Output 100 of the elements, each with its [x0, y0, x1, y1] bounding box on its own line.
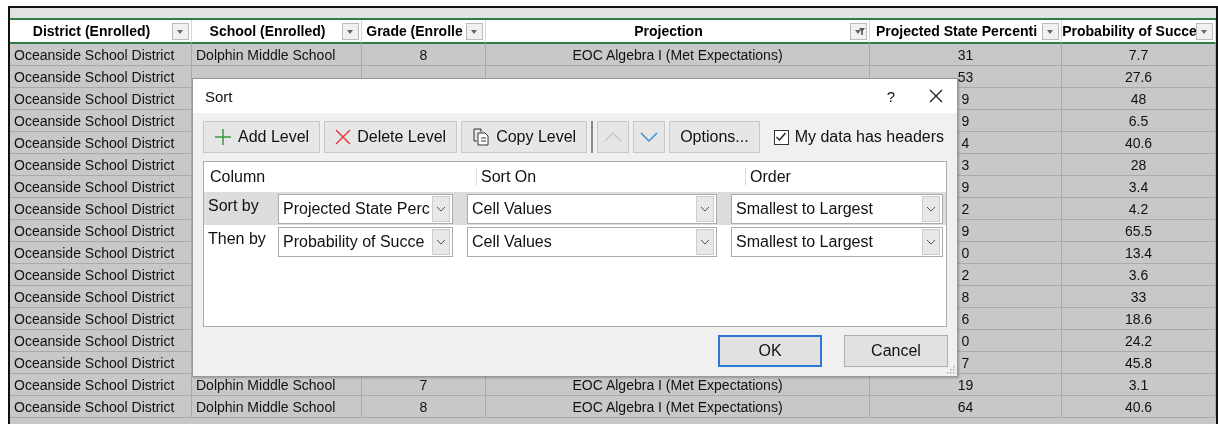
- table-cell: Oceanside School District: [14, 398, 175, 415]
- filter-button[interactable]: [342, 23, 359, 40]
- table-cell: Oceanside School District: [14, 178, 175, 195]
- table-cell: 18.6: [1124, 310, 1153, 327]
- column-dropdown[interactable]: Probability of Succe: [278, 226, 453, 257]
- table-cell: 24.2: [1124, 332, 1153, 349]
- column-dropdown[interactable]: Projected State Perc: [278, 193, 453, 224]
- down-chevron-icon: [639, 131, 660, 143]
- plus-icon: [214, 128, 232, 146]
- table-cell: 9: [961, 222, 970, 239]
- dropdown-button[interactable]: [922, 228, 940, 255]
- table-cell: 4.2: [1128, 200, 1149, 217]
- grid-header: Order: [745, 168, 791, 186]
- grid-header: Sort On: [476, 168, 745, 186]
- add-level-button[interactable]: Add Level: [203, 121, 321, 153]
- chevron-icon: [700, 238, 710, 245]
- copy-level-button[interactable]: Copy Level: [461, 121, 588, 153]
- table-cell: 31: [957, 46, 974, 63]
- table-cell: 2: [961, 266, 970, 283]
- filter-button[interactable]: [1042, 23, 1059, 40]
- table-cell: Oceanside School District: [14, 90, 175, 107]
- cancel-button[interactable]: Cancel: [844, 335, 948, 367]
- table-cell: 48: [1130, 90, 1147, 107]
- chevron-icon: [926, 205, 936, 212]
- column-header[interactable]: Grade (Enrolle: [362, 20, 486, 44]
- table-cell: 65.5: [1124, 222, 1153, 239]
- order-dropdown[interactable]: Smallest to Largest: [731, 193, 943, 224]
- table-cell: Oceanside School District: [14, 310, 175, 327]
- table-cell: 0: [961, 332, 970, 349]
- table-cell: Oceanside School District: [14, 200, 175, 217]
- table-cell: Dolphin Middle School: [196, 398, 336, 415]
- column-header[interactable]: School (Enrolled): [192, 20, 362, 44]
- chevron-icon: [700, 205, 710, 212]
- column-header[interactable]: Probability of Succe: [1062, 20, 1216, 44]
- chevron-icon: [436, 238, 446, 245]
- filter-button[interactable]: [172, 23, 189, 40]
- table-cell: Oceanside School District: [14, 46, 175, 63]
- table-cell: Dolphin Middle School: [196, 376, 336, 393]
- table-cell: EOC Algebra I (Met Expectations): [572, 376, 783, 393]
- table-cell: 8: [961, 288, 970, 305]
- chevron-icon: [436, 205, 446, 212]
- headers-checkbox[interactable]: My data has headers: [773, 128, 945, 146]
- grid-header: Column: [209, 168, 267, 186]
- column-header[interactable]: Projected State Percenti: [870, 20, 1062, 44]
- sort-on-dropdown[interactable]: Cell Values: [467, 226, 717, 257]
- table-cell: 8: [419, 46, 428, 63]
- sort-level-row[interactable]: Then by Probability of Succe Cell Values Smallest to Largest: [204, 225, 946, 258]
- move-down-button[interactable]: [633, 121, 666, 153]
- table-cell: Oceanside School District: [14, 376, 175, 393]
- level-label: Then by: [207, 229, 267, 248]
- level-label: Sort by: [207, 196, 260, 215]
- table-cell: 64: [957, 398, 974, 415]
- help-button[interactable]: ?: [886, 87, 895, 105]
- table-cell: 6.5: [1128, 112, 1149, 129]
- table-cell: EOC Algebra I (Met Expectations): [572, 398, 783, 415]
- filter-button[interactable]: [850, 23, 867, 40]
- up-chevron-icon: [603, 131, 624, 143]
- table-cell: 53: [957, 68, 974, 85]
- sort-level-row[interactable]: Sort by Projected State Perc Cell Values Smallest to Largest: [204, 192, 946, 225]
- table-cell: 2: [961, 200, 970, 217]
- table-cell: 40.6: [1124, 134, 1153, 151]
- ok-button[interactable]: OK: [718, 335, 822, 367]
- table-cell: 33: [1130, 288, 1147, 305]
- dialog-title: Sort: [205, 87, 234, 105]
- dropdown-button[interactable]: [432, 228, 450, 255]
- table-cell: Dolphin Middle School: [196, 46, 336, 63]
- table-cell: Oceanside School District: [14, 266, 175, 283]
- sort-on-dropdown[interactable]: Cell Values: [467, 193, 717, 224]
- table-cell: 7.7: [1128, 46, 1149, 63]
- table-cell: 3: [961, 156, 970, 173]
- filter-button[interactable]: [1196, 23, 1213, 40]
- dropdown-button[interactable]: [432, 195, 450, 222]
- column-header[interactable]: Projection: [486, 20, 870, 44]
- table-cell: 9: [961, 112, 970, 129]
- checkbox[interactable]: [773, 129, 789, 145]
- table-cell: 19: [957, 376, 974, 393]
- table-cell: Oceanside School District: [14, 68, 175, 85]
- table-cell: 8: [419, 398, 428, 415]
- table-cell: Oceanside School District: [14, 112, 175, 129]
- dropdown-button[interactable]: [922, 195, 940, 222]
- table-cell: Oceanside School District: [14, 156, 175, 173]
- options-button[interactable]: Options...: [669, 121, 760, 153]
- order-dropdown[interactable]: Smallest to Largest: [731, 226, 943, 257]
- table-cell: 4: [961, 134, 970, 151]
- close-icon[interactable]: [929, 89, 943, 103]
- delete-level-button[interactable]: Delete Level: [324, 121, 458, 153]
- filter-button[interactable]: [466, 23, 483, 40]
- dropdown-button[interactable]: [696, 228, 714, 255]
- table-cell: Oceanside School District: [14, 288, 175, 305]
- dropdown-button[interactable]: [696, 195, 714, 222]
- table-cell: 28: [1130, 156, 1147, 173]
- cross-icon: [335, 129, 352, 145]
- table-cell: 7: [419, 376, 428, 393]
- table-cell: Oceanside School District: [14, 354, 175, 371]
- column-header[interactable]: District (Enrolled): [10, 20, 192, 44]
- table-cell: Oceanside School District: [14, 244, 175, 261]
- filter-icon: [852, 26, 865, 37]
- table-cell: EOC Algebra I (Met Expectations): [572, 46, 783, 63]
- table-cell: Oceanside School District: [14, 134, 175, 151]
- resize-grip-icon[interactable]: [947, 366, 955, 374]
